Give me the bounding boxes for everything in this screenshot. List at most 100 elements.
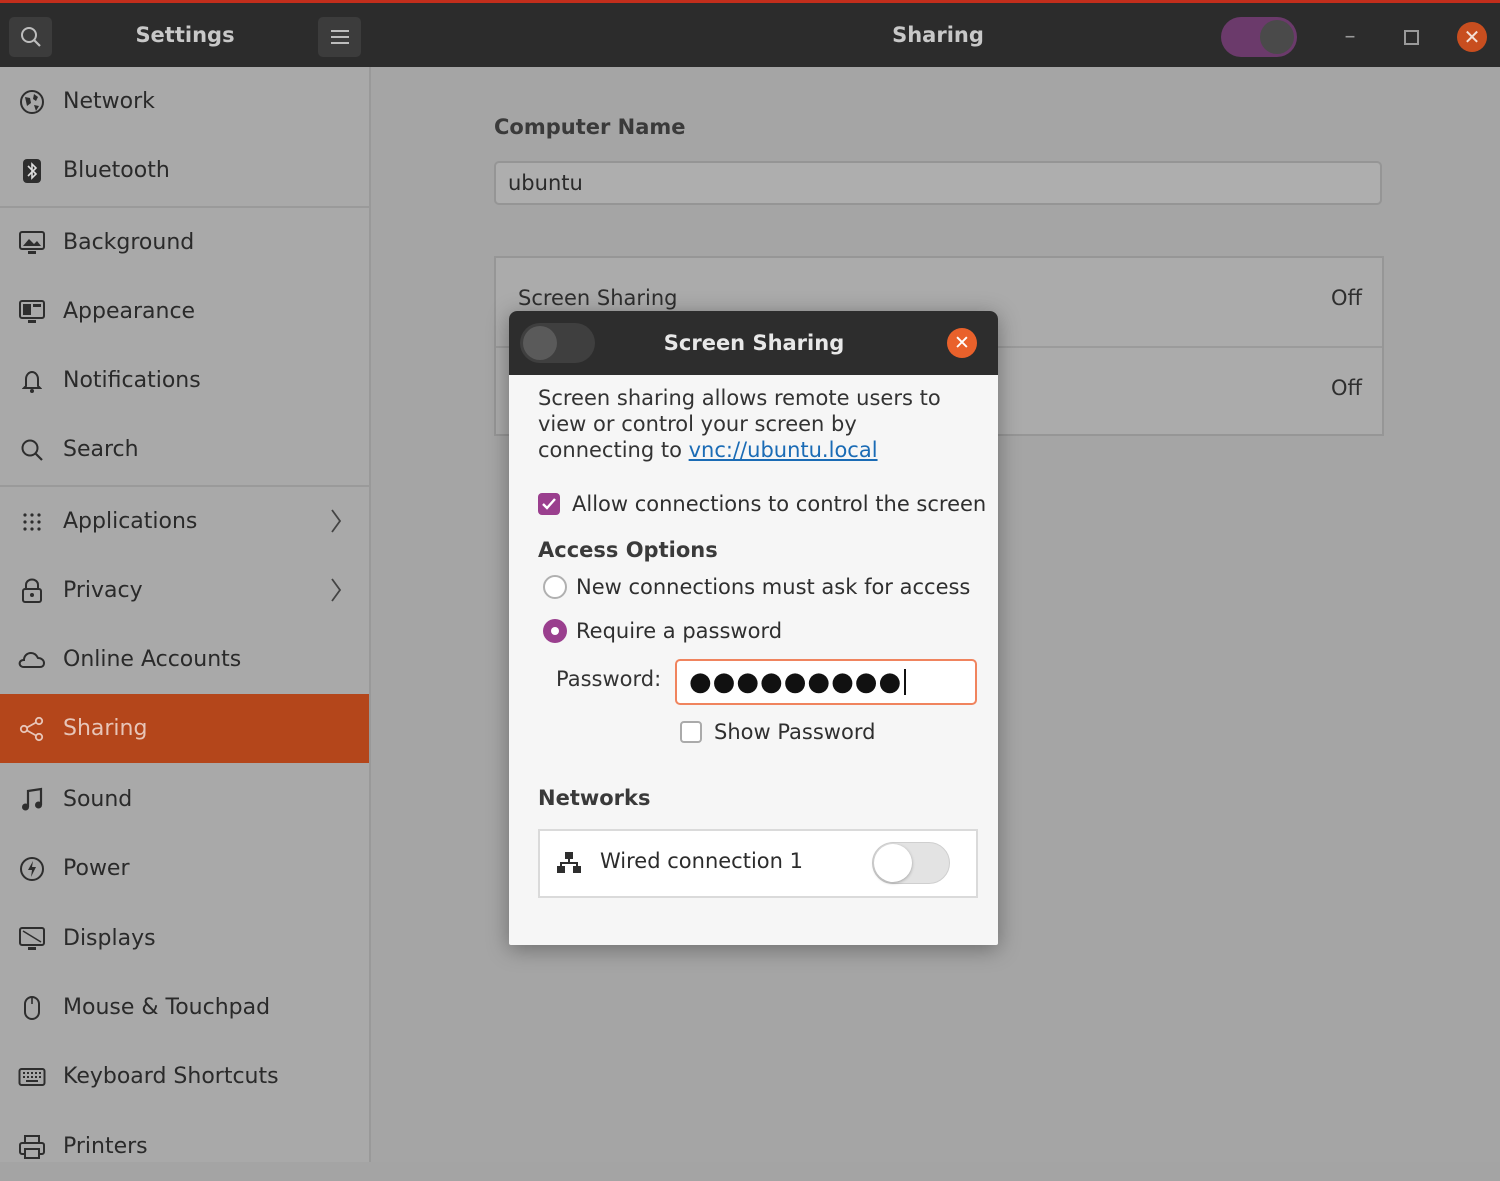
close-icon: ✕	[1463, 25, 1481, 49]
sidebar-item-label: Background	[63, 230, 195, 255]
sidebar-item-label: Printers	[63, 1134, 148, 1159]
row-status: Off	[1331, 286, 1362, 310]
minimize-button[interactable]: –	[1336, 23, 1364, 51]
sidebar-item-label: Displays	[63, 926, 156, 951]
sidebar-item-label: Bluetooth	[63, 158, 170, 183]
power-icon	[17, 855, 47, 883]
dialog-close-button[interactable]: ✕	[947, 328, 977, 358]
sidebar-item-label: Network	[63, 89, 155, 114]
sidebar-item-privacy[interactable]: Privacy	[0, 556, 369, 625]
sidebar-item-label: Keyboard Shortcuts	[63, 1064, 279, 1089]
bell-icon	[17, 367, 47, 395]
toggle-knob	[523, 326, 557, 360]
sidebar-item-label: Appearance	[63, 299, 196, 324]
option-ask-label: New connections must ask for access	[576, 575, 971, 599]
text-caret	[904, 669, 907, 695]
screen-sharing-description: Screen sharing allows remote users to vi…	[538, 385, 978, 463]
menu-button[interactable]	[318, 17, 361, 57]
vnc-link[interactable]: vnc://ubuntu.local	[689, 438, 878, 462]
password-label: Password:	[556, 667, 662, 691]
access-options-title: Access Options	[538, 538, 718, 562]
wired-network-icon	[557, 852, 581, 873]
network-name: Wired connection 1	[600, 849, 803, 873]
hamburger-menu-icon	[330, 30, 349, 44]
allow-control-label: Allow connections to control the screen	[572, 492, 987, 516]
sidebar: Network Bluetooth Background Appearance …	[0, 67, 371, 1162]
computer-name-input[interactable]: ubuntu	[494, 161, 1382, 205]
header-left: Settings	[0, 3, 371, 67]
sidebar-item-label: Search	[63, 437, 139, 462]
sidebar-item-mouse-touchpad[interactable]: Mouse & Touchpad	[0, 973, 369, 1042]
sidebar-item-label: Power	[63, 856, 130, 881]
allow-control-checkbox[interactable]	[538, 493, 560, 515]
sidebar-item-search[interactable]: Search	[0, 415, 369, 484]
sidebar-item-notifications[interactable]: Notifications	[0, 346, 369, 415]
chevron-right-icon	[330, 576, 348, 604]
show-password-checkbox[interactable]	[680, 721, 702, 743]
row-status: Off	[1331, 376, 1362, 400]
password-input[interactable]: ●●●●●●●●●	[675, 659, 977, 705]
sidebar-item-sound[interactable]: Sound	[0, 765, 369, 834]
sidebar-item-bluetooth[interactable]: Bluetooth	[0, 136, 369, 205]
networks-title: Networks	[538, 786, 651, 810]
sidebar-item-background[interactable]: Background	[0, 208, 369, 277]
printer-icon	[17, 1133, 47, 1161]
bluetooth-icon	[17, 157, 47, 185]
sidebar-item-label: Sharing	[63, 716, 148, 741]
sidebar-item-online-accounts[interactable]: Online Accounts	[0, 625, 369, 694]
chevron-right-icon	[330, 507, 348, 535]
sidebar-item-power[interactable]: Power	[0, 834, 369, 903]
option-ask-row[interactable]: New connections must ask for access	[543, 575, 970, 599]
app-title: Settings	[135, 23, 235, 47]
cloud-icon	[17, 646, 47, 674]
option-password-row[interactable]: Require a password	[543, 619, 782, 643]
sidebar-item-keyboard-shortcuts[interactable]: Keyboard Shortcuts	[0, 1042, 369, 1111]
sidebar-item-label: Notifications	[63, 368, 201, 393]
sidebar-item-label: Privacy	[63, 578, 143, 603]
window-close-button[interactable]: ✕	[1457, 22, 1487, 52]
network-toggle[interactable]	[872, 842, 950, 884]
sidebar-item-appearance[interactable]: Appearance	[0, 277, 369, 346]
dialog-title: Screen Sharing	[663, 331, 845, 355]
option-password-radio[interactable]	[543, 619, 567, 643]
mouse-icon	[17, 994, 47, 1022]
radio-dot	[551, 627, 559, 635]
show-password-label: Show Password	[714, 720, 876, 744]
close-icon: ✕	[954, 332, 970, 354]
sidebar-item-printers[interactable]: Printers	[0, 1112, 369, 1181]
allow-control-row[interactable]: Allow connections to control the screen	[538, 492, 986, 516]
sidebar-item-sharing[interactable]: Sharing	[0, 694, 369, 763]
sidebar-item-applications[interactable]: Applications	[0, 487, 369, 556]
row-label: Screen Sharing	[518, 286, 678, 310]
dialog-body: Screen sharing allows remote users to vi…	[509, 375, 998, 945]
header-bar: Settings Sharing – ✕	[0, 0, 1500, 67]
panel-title: Sharing	[892, 23, 984, 47]
network-icon	[17, 88, 47, 116]
sidebar-item-network[interactable]: Network	[0, 67, 369, 136]
dark-mode-toggle[interactable]	[1221, 17, 1297, 57]
option-password-label: Require a password	[576, 619, 783, 643]
option-ask-radio[interactable]	[543, 575, 567, 599]
search-button[interactable]	[9, 17, 52, 57]
lock-icon	[17, 577, 47, 605]
toggle-knob	[1260, 20, 1294, 54]
appearance-icon	[17, 298, 47, 326]
computer-name-label: Computer Name	[494, 115, 686, 139]
search-icon	[20, 27, 41, 47]
screen-sharing-dialog: Screen Sharing ✕ Screen sharing allows r…	[509, 311, 998, 945]
toggle-knob	[874, 844, 912, 882]
screen-sharing-toggle[interactable]	[520, 323, 595, 363]
dialog-header: Screen Sharing ✕	[509, 311, 998, 375]
network-row: Wired connection 1	[538, 829, 978, 898]
sidebar-item-displays[interactable]: Displays	[0, 904, 369, 973]
maximize-button[interactable]	[1397, 23, 1425, 51]
show-password-row[interactable]: Show Password	[680, 720, 875, 744]
search-icon	[17, 436, 47, 464]
apps-grid-icon	[17, 508, 47, 536]
checkmark-icon	[542, 498, 556, 510]
sidebar-item-label: Mouse & Touchpad	[63, 995, 271, 1020]
keyboard-icon	[17, 1063, 47, 1091]
share-icon	[17, 715, 47, 743]
maximize-icon	[1403, 29, 1419, 45]
display-icon	[17, 925, 47, 953]
